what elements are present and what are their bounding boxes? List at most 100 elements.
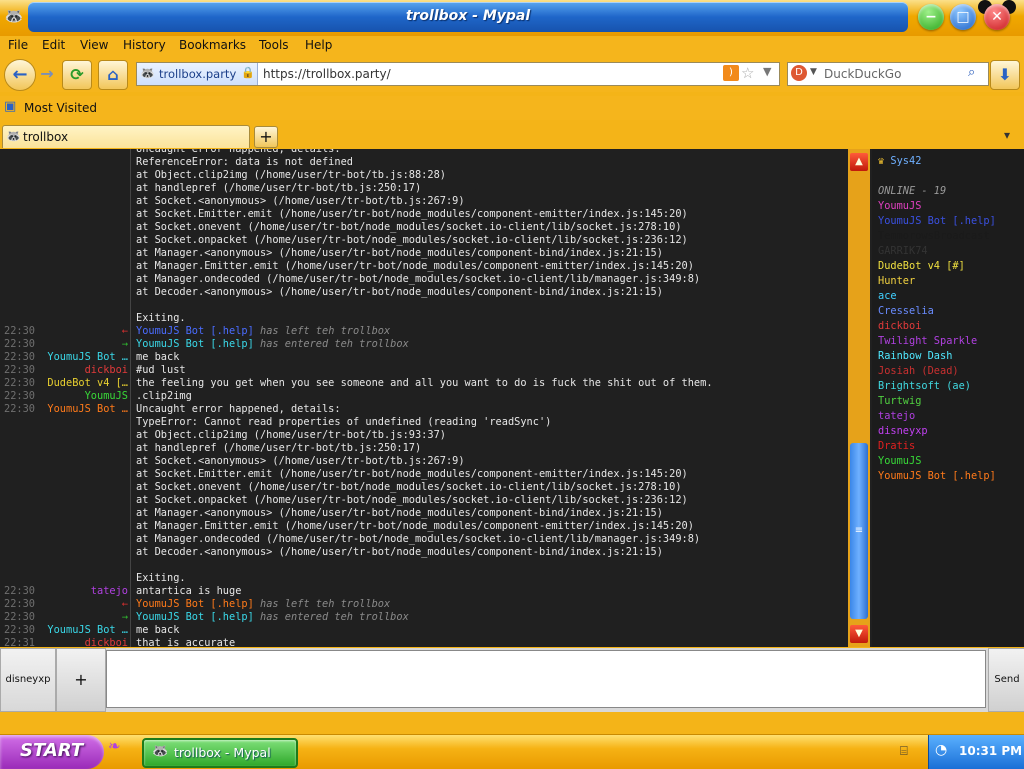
user-list-item[interactable]: Rainbow Dash bbox=[878, 349, 952, 364]
rss-icon[interactable]: ) bbox=[723, 65, 739, 81]
chat-line: at Socket.onevent (/home/user/tr-bot/nod… bbox=[0, 481, 848, 494]
user-list-item[interactable]: disneyxp bbox=[878, 424, 928, 439]
chat-message: TypeError: Cannot read properties of und… bbox=[136, 416, 552, 428]
user-list-item[interactable]: tatejo bbox=[878, 409, 915, 424]
tab-trollbox[interactable]: 🦝 trollbox bbox=[2, 125, 250, 148]
event-user[interactable]: YoumuJS Bot [.help] bbox=[136, 325, 254, 337]
chat-line: 22:30 YoumuJS Bot … me back bbox=[0, 624, 848, 637]
taskbar-item-trollbox[interactable]: 🦝 trollbox - Mypal bbox=[142, 738, 298, 768]
chat-nick[interactable]: dickboi bbox=[85, 364, 128, 377]
attach-plus-button[interactable]: + bbox=[56, 648, 106, 712]
chat-nick[interactable]: tatejo bbox=[91, 585, 128, 598]
user-list-item[interactable]: GARRIK74 bbox=[878, 244, 928, 259]
chat-message: at Object.clip2img (/home/user/tr-bot/tb… bbox=[136, 429, 446, 441]
url-dropdown-icon[interactable]: ▼ bbox=[763, 65, 771, 78]
chat-line: 22:30 → YoumuJS Bot [.help] has entered te… bbox=[0, 611, 848, 624]
user-list-item[interactable]: DudeBot v4 [#] bbox=[878, 259, 965, 274]
chat-log[interactable]: Uncaught error happened, details: Referen… bbox=[0, 149, 848, 647]
tab-list-icon[interactable]: ▾ bbox=[1004, 128, 1010, 142]
tray-network-icon[interactable]: ⌸ bbox=[900, 744, 908, 759]
user-list-item[interactable]: Turtwig bbox=[878, 394, 921, 409]
close-button[interactable]: ✕ bbox=[984, 4, 1010, 30]
address-bar[interactable]: 🦝 trollbox.party 🔒 https://trollbox.part… bbox=[136, 62, 780, 86]
quick-launch-icon[interactable]: ❧ bbox=[108, 737, 121, 755]
user-list-item[interactable]: Dratis bbox=[878, 439, 915, 454]
user-list-item[interactable]: Josiah (Dead) bbox=[878, 364, 959, 379]
tab-favicon-icon: 🦝 bbox=[6, 129, 21, 143]
menu-history[interactable]: History bbox=[123, 38, 166, 52]
send-button[interactable]: Send bbox=[988, 648, 1024, 712]
chat-line: TypeError: Cannot read properties of und… bbox=[0, 416, 848, 429]
maximize-button[interactable]: □ bbox=[950, 4, 976, 30]
user-list-item[interactable]: Cresselia bbox=[878, 304, 934, 319]
chat-line: at Socket.onevent (/home/user/tr-bot/nod… bbox=[0, 221, 848, 234]
scrollbar-thumb[interactable]: ≡ bbox=[850, 443, 868, 619]
user-list-item[interactable]: YoumuJS bbox=[878, 454, 921, 469]
chat-line: at Manager.ondecoded (/home/user/tr-bot/… bbox=[0, 533, 848, 546]
start-button[interactable]: START bbox=[0, 735, 104, 769]
search-engine-dropdown-icon[interactable]: ▼ bbox=[810, 67, 817, 77]
chat-nick[interactable]: → bbox=[122, 611, 128, 624]
title-bar[interactable]: 🦝 trollbox - Mypal − □ ✕ bbox=[0, 0, 1024, 37]
chat-nick[interactable]: YoumuJS Bot … bbox=[47, 624, 128, 637]
event-user[interactable]: YoumuJS Bot [.help] bbox=[136, 598, 254, 610]
chat-nick[interactable]: YoumuJS bbox=[85, 390, 128, 403]
download-icon[interactable]: ⬇ bbox=[990, 60, 1020, 90]
user-list-item[interactable]: YoumuJS bbox=[878, 199, 921, 214]
minimize-button[interactable]: − bbox=[918, 4, 944, 30]
bookmark-star-icon[interactable]: ☆ bbox=[741, 64, 754, 82]
message-input[interactable] bbox=[106, 650, 986, 708]
user-list-item[interactable]: dickboi bbox=[878, 319, 921, 334]
menu-bookmarks[interactable]: Bookmarks bbox=[179, 38, 246, 52]
chat-nick[interactable]: → bbox=[122, 338, 128, 351]
user-list-item[interactable]: YoumuJS Bot [.help] bbox=[878, 469, 996, 484]
search-icon[interactable]: ⌕ bbox=[968, 65, 975, 80]
chat-message: at Socket.<anonymous> (/home/user/tr-bot… bbox=[136, 195, 465, 207]
bookmarks-toolbar: ▣ Most Visited bbox=[0, 96, 1024, 120]
user-list-item[interactable]: ace bbox=[878, 289, 897, 304]
event-action: has left teh trollbox bbox=[253, 598, 391, 610]
menu-file[interactable]: File bbox=[8, 38, 28, 52]
user-list-item[interactable]: Hunter bbox=[878, 274, 915, 289]
new-tab-button[interactable]: + bbox=[254, 126, 278, 148]
nickname-button[interactable]: disneyxp bbox=[0, 648, 56, 712]
chat-line: 22:30 ← YoumuJS Bot [.help] has left teh t… bbox=[0, 598, 848, 611]
event-user[interactable]: YoumuJS Bot [.help] bbox=[136, 611, 254, 623]
chat-message: YoumuJS Bot [.help] has left teh trollbo… bbox=[136, 325, 390, 338]
user-list-title: Sys42 bbox=[890, 155, 922, 167]
clock[interactable]: 10:31 PM bbox=[959, 744, 1022, 758]
site-identity-button[interactable]: 🦝 trollbox.party 🔒 bbox=[137, 63, 258, 85]
scroll-down-icon[interactable]: ▼ bbox=[850, 625, 868, 643]
home-icon[interactable]: ⌂ bbox=[98, 60, 128, 90]
reload-icon[interactable]: ⟳ bbox=[62, 60, 92, 90]
chat-nick[interactable]: ← bbox=[122, 598, 128, 611]
menu-tools[interactable]: Tools bbox=[259, 38, 289, 52]
event-user[interactable]: YoumuJS Bot [.help] bbox=[136, 338, 254, 350]
search-box[interactable]: D ▼ DuckDuckGo ⌕ bbox=[787, 62, 989, 86]
duckduckgo-icon[interactable]: D bbox=[791, 65, 807, 81]
chat-nick[interactable]: ← bbox=[122, 325, 128, 338]
chat-nick[interactable]: DudeBot v4 [… bbox=[47, 377, 128, 390]
forward-arrow-icon[interactable]: → bbox=[36, 60, 58, 88]
menu-help[interactable]: Help bbox=[305, 38, 332, 52]
user-list-item[interactable]: TemmorowsBroadcast bbox=[878, 229, 990, 244]
back-arrow-icon[interactable]: ← bbox=[4, 59, 36, 91]
menu-view[interactable]: View bbox=[80, 38, 108, 52]
tray-icon[interactable]: ◔ bbox=[935, 742, 947, 758]
start-label: START bbox=[20, 740, 84, 761]
chat-line: at Manager.Emitter.emit (/home/user/tr-b… bbox=[0, 520, 848, 533]
chat-nick[interactable]: YoumuJS Bot … bbox=[47, 403, 128, 416]
most-visited-bookmark[interactable]: Most Visited bbox=[24, 101, 97, 115]
user-list-item[interactable]: Brightsoft (ae) bbox=[878, 379, 971, 394]
chat-nick[interactable]: YoumuJS Bot … bbox=[47, 351, 128, 364]
chat-line: 22:30 tatejo antartica is huge bbox=[0, 585, 848, 598]
system-tray: ◔ 10:31 PM bbox=[928, 735, 1024, 769]
chat-scrollbar[interactable]: ▲ ≡ ▼ bbox=[848, 149, 870, 647]
chat-timestamp: 22:31 bbox=[4, 637, 35, 647]
chat-nick[interactable]: dickboi bbox=[85, 637, 128, 647]
scroll-up-icon[interactable]: ▲ bbox=[850, 153, 868, 171]
menu-edit[interactable]: Edit bbox=[42, 38, 65, 52]
user-list-item[interactable]: Twilight Sparkle bbox=[878, 334, 977, 349]
user-list-item[interactable]: YoumuJS Bot [.help] bbox=[878, 214, 996, 229]
chat-message: Exiting. bbox=[136, 312, 186, 324]
